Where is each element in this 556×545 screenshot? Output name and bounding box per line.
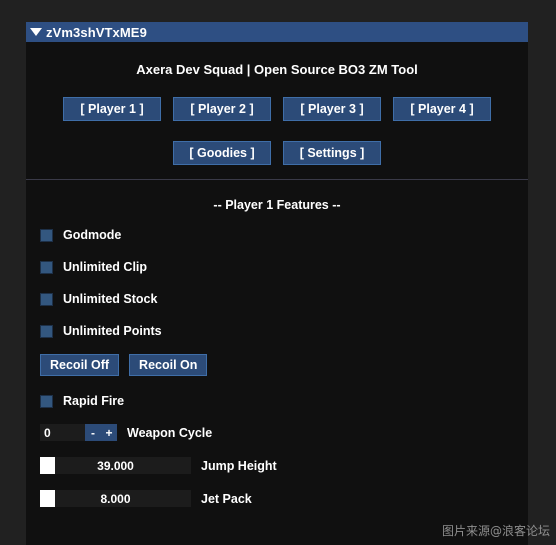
cheat-menu-window: zVm3shVTxME9 Axera Dev Squad | Open Sour… [26,22,528,545]
features-section: -- Player 1 Features -- Godmode Unlimite… [26,180,528,545]
recoil-on-button[interactable]: Recoil On [129,354,208,376]
features-title: -- Player 1 Features -- [213,198,341,212]
label-unlimited-stock: Unlimited Stock [63,292,158,306]
jet-pack-row: 8.000 Jet Pack [40,490,514,507]
checkbox-unlimited-stock[interactable] [40,292,53,306]
jump-height-row: 39.000 Jump Height [40,457,514,474]
window-title-bar[interactable]: zVm3shVTxME9 [26,22,528,42]
tab-player-1[interactable]: [ Player 1 ] [63,97,161,121]
jump-height-value: 39.000 [97,458,134,473]
option-unlimited-points[interactable]: Unlimited Points [40,322,514,340]
label-godmode: Godmode [63,228,122,242]
jet-pack-label: Jet Pack [201,491,252,506]
weapon-cycle-row: 0 - + Weapon Cycle [40,424,514,441]
checkbox-unlimited-points[interactable] [40,324,53,338]
weapon-cycle-value[interactable]: 0 [40,424,85,441]
tab-settings[interactable]: [ Settings ] [283,141,381,165]
triangle-down-icon[interactable] [30,28,42,36]
tab-player-2[interactable]: [ Player 2 ] [173,97,271,121]
recoil-button-row: Recoil Off Recoil On [40,354,514,376]
weapon-cycle-decrement-button[interactable]: - [85,424,101,441]
secondary-tab-row: [ Goodies ] [ Settings ] [36,141,518,165]
option-godmode[interactable]: Godmode [40,226,514,244]
option-rapid-fire[interactable]: Rapid Fire [40,392,514,410]
jet-pack-value: 8.000 [100,491,131,506]
checkbox-unlimited-clip[interactable] [40,260,53,274]
label-unlimited-points: Unlimited Points [63,324,162,338]
jump-height-label: Jump Height [201,458,277,473]
source-watermark: 图片来源@浪客论坛 [441,524,550,538]
tab-player-3[interactable]: [ Player 3 ] [283,97,381,121]
jump-height-slider-handle[interactable] [40,457,55,474]
checkbox-godmode[interactable] [40,228,53,242]
header-section: Axera Dev Squad | Open Source BO3 ZM Too… [26,42,528,179]
option-unlimited-stock[interactable]: Unlimited Stock [40,290,514,308]
weapon-cycle-increment-button[interactable]: + [101,424,117,441]
recoil-off-button[interactable]: Recoil Off [40,354,120,376]
weapon-cycle-stepper[interactable]: 0 - + [40,424,117,441]
weapon-cycle-label: Weapon Cycle [127,425,213,440]
jet-pack-slider-handle[interactable] [40,490,55,507]
option-unlimited-clip[interactable]: Unlimited Clip [40,258,514,276]
jet-pack-slider[interactable]: 8.000 [40,490,191,507]
checkbox-rapid-fire[interactable] [40,394,53,408]
label-unlimited-clip: Unlimited Clip [63,260,148,274]
player-tab-row: [ Player 1 ] [ Player 2 ] [ Player 3 ] [… [36,97,518,121]
app-subtitle: Axera Dev Squad | Open Source BO3 ZM Too… [136,62,418,77]
label-rapid-fire: Rapid Fire [63,394,125,408]
window-title: zVm3shVTxME9 [46,24,147,40]
tab-goodies[interactable]: [ Goodies ] [173,141,271,165]
tab-player-4[interactable]: [ Player 4 ] [393,97,491,121]
jump-height-slider[interactable]: 39.000 [40,457,191,474]
